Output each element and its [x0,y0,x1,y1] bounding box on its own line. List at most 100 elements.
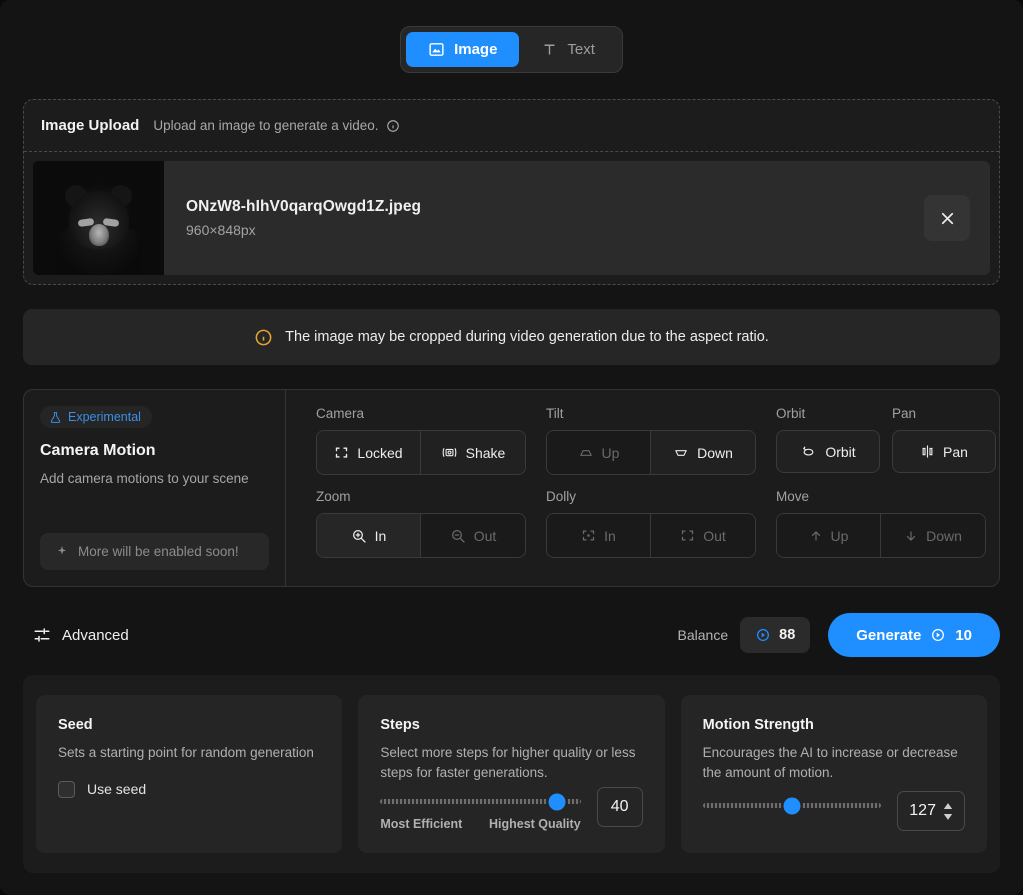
steps-value-box[interactable]: 40 [597,787,643,827]
aspect-ratio-warning: The image may be cropped during video ge… [23,309,1000,365]
generate-button[interactable]: Generate 10 [828,613,1000,657]
file-name: ONzW8-hIhV0qarqOwgd1Z.jpeg [186,198,924,216]
button-move-down[interactable]: Down [881,514,985,557]
generate-cost: 10 [955,627,972,644]
image-upload-subtitle-wrap: Upload an image to generate a video. [153,118,399,133]
image-upload-card[interactable]: Image Upload Upload an image to generate… [23,99,1000,285]
thumb-snout [89,224,109,246]
frame-corners-icon [334,445,349,460]
use-seed-checkbox[interactable] [58,781,75,798]
button-dolly-out[interactable]: Out [651,514,755,557]
button-camera-shake[interactable]: Shake [421,431,525,474]
uploaded-file-row: ONzW8-hIhV0qarqOwgd1Z.jpeg 960×848px [33,161,990,275]
seed-title: Seed [58,717,320,733]
button-move-up[interactable]: Up [777,514,881,557]
steps-slider-wrap: Most Efficient Highest Quality [380,787,580,831]
steps-slider-knob[interactable] [548,793,565,810]
stepper-icon[interactable] [943,803,953,820]
balance-pill[interactable]: 88 [740,617,810,653]
steps-slider-row: Most Efficient Highest Quality 40 [380,787,642,831]
button-zoom-in[interactable]: In [317,514,421,557]
segmented-camera: Locked Shake [316,430,526,475]
button-dolly-out-label: Out [703,528,726,544]
motion-strength-slider-row: 127 [703,791,965,831]
advanced-toggle[interactable]: Advanced [23,626,129,644]
control-group-tilt: Tilt Up [546,406,756,475]
motion-strength-slider-track[interactable] [703,803,882,808]
steps-title: Steps [380,717,642,733]
button-dolly-in[interactable]: In [547,514,651,557]
segmented-tilt: Up Down [546,430,756,475]
remove-file-button[interactable] [924,195,970,241]
control-group-camera: Camera Locked [316,406,526,475]
segmented-zoom: In Out [316,513,526,558]
balance-value: 88 [779,627,795,643]
button-camera-shake-label: Shake [466,445,506,461]
arrow-down-icon [904,529,918,543]
tab-image-label: Image [454,41,497,58]
button-tilt-up-label: Up [602,445,620,461]
use-seed-row[interactable]: Use seed [58,781,320,798]
coming-soon-note: More will be enabled soon! [40,533,269,570]
image-icon [428,41,445,58]
camera-motion-controls: Camera Locked [286,390,1023,586]
control-group-orbit-label: Orbit [776,406,880,421]
button-orbit-label: Orbit [825,444,855,460]
experimental-badge-label: Experimental [68,410,141,424]
info-icon[interactable] [386,119,400,133]
control-group-camera-label: Camera [316,406,526,421]
button-zoom-out-label: Out [474,528,497,544]
zoom-out-icon [450,528,466,544]
file-dimensions: 960×848px [186,222,924,238]
camera-motion-row-1: Camera Locked [316,406,1016,475]
close-icon [938,209,957,228]
orbit-icon [800,444,817,459]
control-group-move: Move Up [776,489,986,558]
seed-card: Seed Sets a starting point for random ge… [36,695,342,853]
camera-motion-title: Camera Motion [40,442,269,460]
button-camera-locked[interactable]: Locked [317,431,421,474]
use-seed-label: Use seed [87,781,146,797]
motion-strength-value-box[interactable]: 127 [897,791,965,831]
advanced-toolbar: Advanced Balance 88 Generate 10 [23,611,1000,659]
tab-text[interactable]: Text [519,32,617,67]
tilt-down-icon [673,446,689,460]
control-group-dolly-label: Dolly [546,489,756,504]
button-camera-locked-label: Locked [357,445,402,461]
control-group-tilt-label: Tilt [546,406,756,421]
button-zoom-out[interactable]: Out [421,514,525,557]
camera-motion-info: Experimental Camera Motion Add camera mo… [24,390,286,586]
motion-strength-slider-knob[interactable] [783,797,800,814]
steps-slider-track[interactable] [380,799,580,804]
control-group-orbit: Orbit Orbit [776,406,880,475]
button-tilt-up[interactable]: Up [547,431,651,474]
zoom-in-icon [351,528,367,544]
control-group-zoom-label: Zoom [316,489,526,504]
app-root: Image Text Image Upload Upload an image … [0,0,1023,895]
control-group-dolly: Dolly In [546,489,756,558]
camera-motion-description: Add camera motions to your scene [40,471,269,486]
button-orbit[interactable]: Orbit [776,430,880,473]
segmented-move: Up Down [776,513,986,558]
arrow-up-icon [809,529,823,543]
button-dolly-in-label: In [604,528,616,544]
tab-image[interactable]: Image [406,32,519,67]
file-thumbnail [33,161,164,275]
dolly-out-icon [680,528,695,543]
file-meta: ONzW8-hIhV0qarqOwgd1Z.jpeg 960×848px [164,198,924,238]
experimental-badge: Experimental [40,406,152,428]
credit-coin-icon [930,627,946,643]
motion-strength-slider-wrap [703,791,882,808]
warning-info-icon [254,328,273,347]
steps-card: Steps Select more steps for higher quali… [358,695,664,853]
camera-shake-icon [441,445,458,460]
steps-description: Select more steps for higher quality or … [380,743,642,782]
button-pan[interactable]: Pan [892,430,996,473]
motion-strength-value: 127 [909,802,936,820]
image-upload-title: Image Upload [41,117,139,134]
control-group-pan-label: Pan [892,406,996,421]
segmented-dolly: In Out [546,513,756,558]
button-tilt-down[interactable]: Down [651,431,755,474]
motion-strength-title: Motion Strength [703,717,965,733]
image-upload-subtitle: Upload an image to generate a video. [153,118,378,133]
